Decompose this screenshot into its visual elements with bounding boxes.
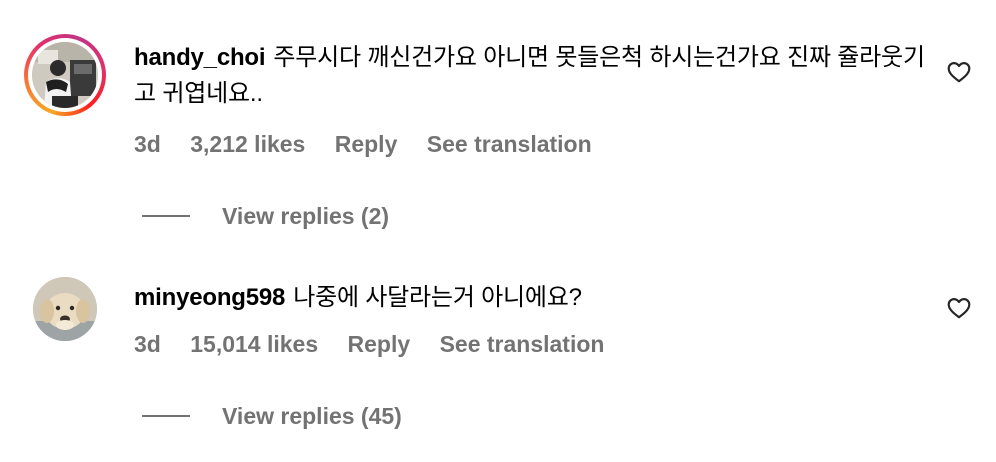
dog-photo-icon [33, 277, 97, 341]
comment-username[interactable]: handy_choi [134, 44, 266, 71]
view-replies-button[interactable]: View replies (45) [142, 401, 402, 431]
comment-body: handy_choi 주무시다 깨신건가요 아니면 못들은척 하시는건가요 진짜 … [134, 40, 934, 112]
reply-button[interactable]: Reply [335, 131, 398, 157]
comment-item: handy_choi 주무시다 깨신건가요 아니면 못들은척 하시는건가요 진짜 … [0, 0, 996, 240]
comment-time: 3d [134, 131, 161, 157]
replies-divider-line [142, 215, 190, 217]
replies-divider-line [142, 415, 190, 417]
comment-body: minyeong598 나중에 사달라는거 아니에요? [134, 280, 934, 316]
comment-likes[interactable]: 3,212 likes [190, 131, 305, 157]
comment-username[interactable]: minyeong598 [134, 284, 285, 311]
heart-like-icon[interactable] [946, 59, 972, 85]
view-replies-label[interactable]: View replies (45) [222, 403, 402, 430]
view-replies-label[interactable]: View replies (2) [222, 203, 389, 230]
person-photo-icon [32, 42, 98, 108]
see-translation-button[interactable]: See translation [427, 131, 592, 157]
heart-like-icon[interactable] [946, 295, 972, 321]
user-avatar-with-story-ring[interactable] [24, 34, 106, 116]
dog-photo-avatar-icon[interactable] [33, 277, 97, 341]
reply-button[interactable]: Reply [348, 331, 411, 357]
comment-likes[interactable]: 15,014 likes [190, 331, 318, 357]
see-translation-button[interactable]: See translation [440, 331, 605, 357]
comment-meta: 3d 3,212 likes Reply See translation [134, 131, 615, 158]
comment-time: 3d [134, 331, 161, 357]
view-replies-button[interactable]: View replies (2) [142, 201, 389, 231]
comment-meta: 3d 15,014 likes Reply See translation [134, 331, 627, 358]
comment-text: 나중에 사달라는거 아니에요? [293, 284, 582, 311]
person-photo-avatar-icon [32, 42, 98, 108]
